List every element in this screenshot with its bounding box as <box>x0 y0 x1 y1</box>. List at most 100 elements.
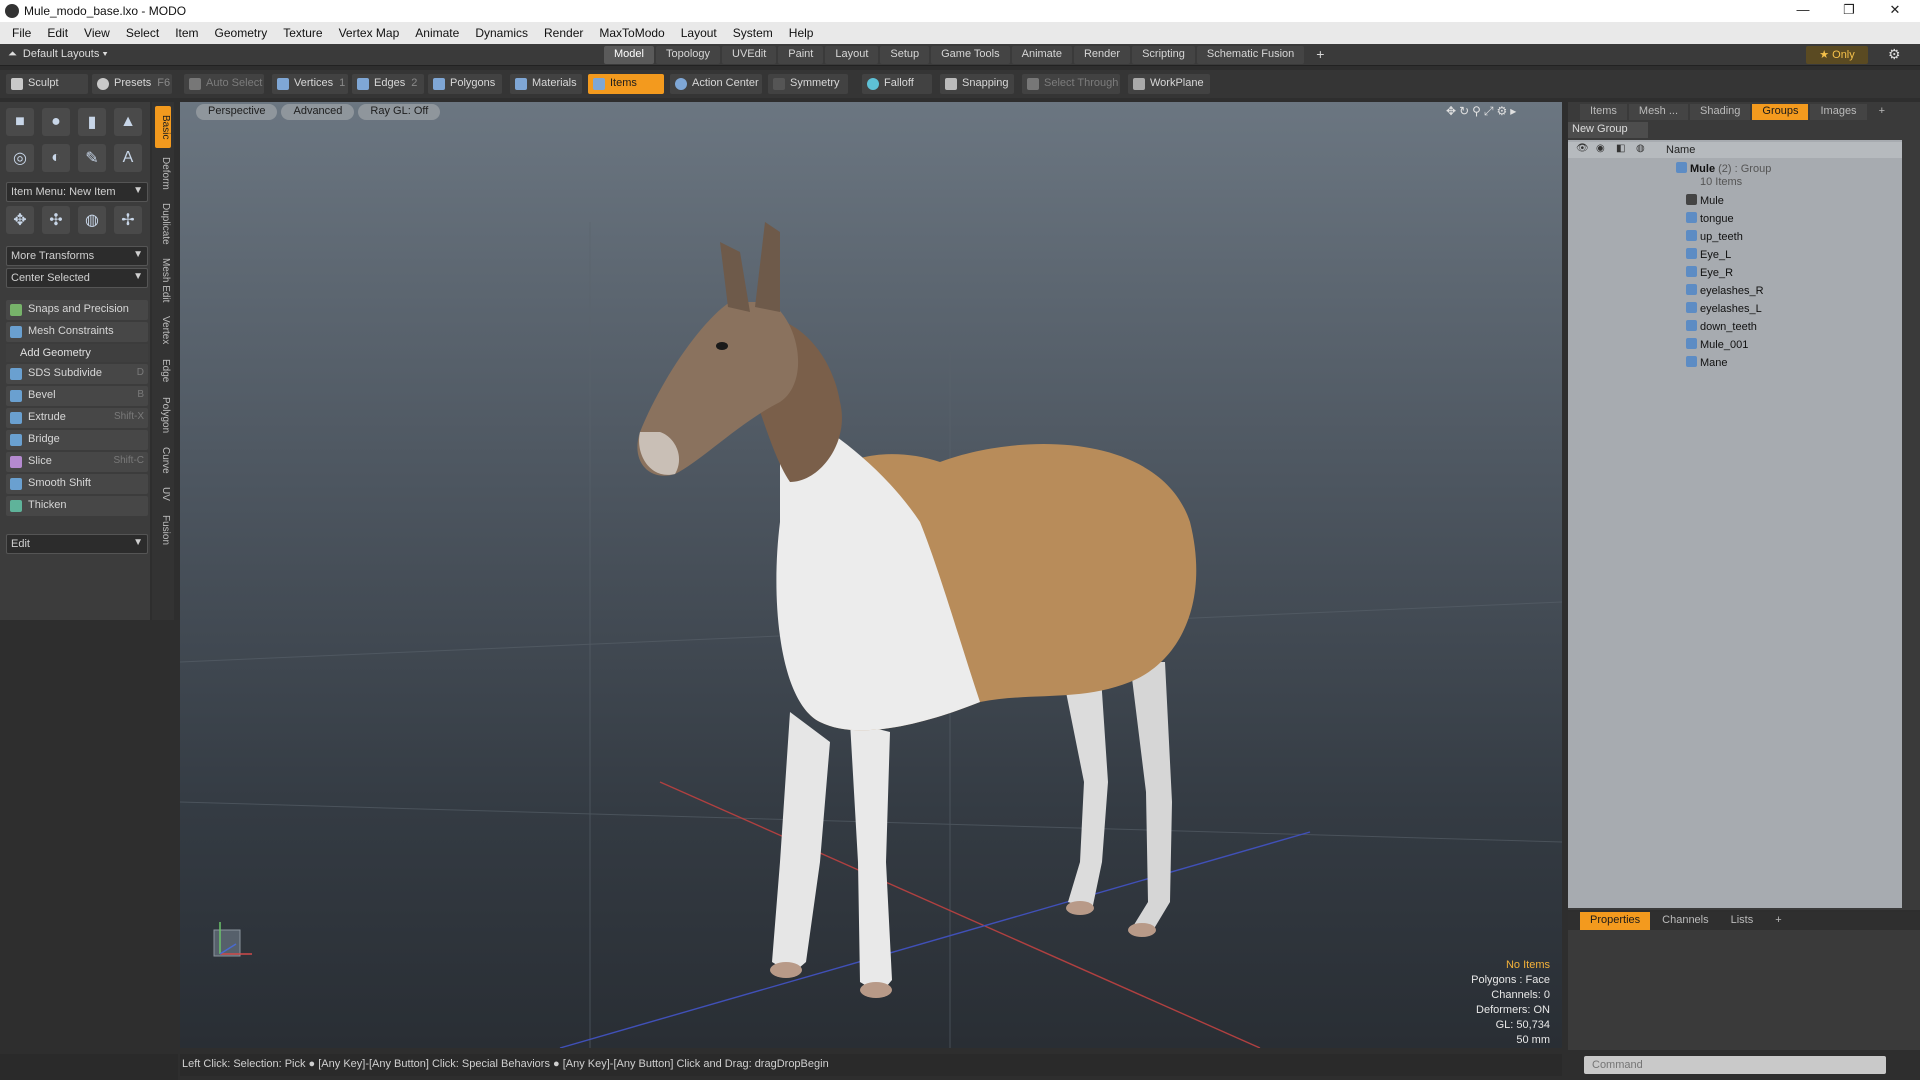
scale-icon[interactable]: ◍ <box>78 206 106 234</box>
vtab-fusion[interactable]: Fusion <box>155 510 171 550</box>
visibility-column-icon[interactable]: 👁 <box>1576 143 1589 154</box>
only-button[interactable]: ★ Only <box>1806 46 1868 64</box>
bridge-button[interactable]: Bridge <box>6 430 148 450</box>
mesh-constraints-button[interactable]: Mesh Constraints <box>6 322 148 342</box>
falloff-button[interactable]: Falloff <box>862 74 932 94</box>
cone-icon[interactable]: ▲ <box>114 108 142 136</box>
add-properties-tab-button[interactable]: + <box>1765 912 1791 930</box>
vtab-curve[interactable]: Curve <box>155 442 171 478</box>
workplane-button[interactable]: WorkPlane <box>1128 74 1210 94</box>
restore-button[interactable]: ❐ <box>1826 2 1872 20</box>
name-column-header[interactable]: Name <box>1666 144 1695 156</box>
layout-dropdown[interactable]: ⏶ Default Layouts ▾ <box>8 48 108 61</box>
command-input[interactable] <box>1584 1056 1886 1074</box>
snaps-precision-button[interactable]: Snaps and Precision <box>6 300 148 320</box>
render-column-icon[interactable]: ◉ <box>1596 143 1605 154</box>
tab-scripting[interactable]: Scripting <box>1132 46 1195 64</box>
tab-layout[interactable]: Layout <box>825 46 879 64</box>
fit-icon[interactable]: ⤢ <box>1484 104 1497 118</box>
vtab-uv[interactable]: UV <box>155 482 171 506</box>
text-icon[interactable]: A <box>114 144 142 172</box>
select-through-button[interactable]: Select Through <box>1022 74 1120 94</box>
cube-icon[interactable]: ■ <box>6 108 34 136</box>
new-group-button[interactable]: New Group <box>1568 122 1648 138</box>
cylinder-icon[interactable]: ▮ <box>78 108 106 136</box>
add-panel-tab-button[interactable]: + <box>1869 104 1895 120</box>
symmetry-button[interactable]: Symmetry <box>768 74 848 94</box>
edit-dropdown[interactable]: Edit ▼ <box>6 534 148 554</box>
tab-properties[interactable]: Properties <box>1580 912 1651 930</box>
menu-view[interactable]: View <box>76 26 118 40</box>
menu-vertex-map[interactable]: Vertex Map <box>331 26 408 40</box>
menu-edit[interactable]: Edit <box>39 26 76 40</box>
advanced-tab[interactable]: Advanced <box>281 104 355 120</box>
menu-dynamics[interactable]: Dynamics <box>467 26 536 40</box>
tab-images[interactable]: Images <box>1810 104 1867 120</box>
menu-help[interactable]: Help <box>781 26 822 40</box>
tab-uvedit[interactable]: UVEdit <box>722 46 777 64</box>
menu-file[interactable]: File <box>4 26 39 40</box>
tab-game-tools[interactable]: Game Tools <box>931 46 1010 64</box>
tab-schematic-fusion[interactable]: Schematic Fusion <box>1196 46 1305 64</box>
action-center-button[interactable]: Action Center <box>670 74 762 94</box>
list-item[interactable]: Mule_001 <box>1686 336 1748 354</box>
item-menu-dropdown[interactable]: Item Menu: New Item ▼ <box>6 182 148 202</box>
list-item[interactable]: Mane <box>1686 354 1728 372</box>
tab-groups[interactable]: Groups <box>1752 104 1809 120</box>
pan-icon[interactable]: ✥ <box>1446 104 1459 118</box>
vtab-duplicate[interactable]: Duplicate <box>155 198 171 250</box>
tab-items[interactable]: Items <box>1580 104 1627 120</box>
snapping-button[interactable]: Snapping <box>940 74 1014 94</box>
move-icon[interactable]: ✥ <box>6 206 34 234</box>
lock-column-icon[interactable]: ◧ <box>1616 143 1625 154</box>
menu-layout[interactable]: Layout <box>673 26 725 40</box>
select-column-icon[interactable]: ◍ <box>1636 143 1645 154</box>
list-item[interactable]: eyelashes_L <box>1686 300 1762 318</box>
menu-maxtomodo[interactable]: MaxToModo <box>591 26 672 40</box>
vtab-vertex[interactable]: Vertex <box>155 310 171 350</box>
tab-channels[interactable]: Channels <box>1652 912 1718 930</box>
perspective-tab[interactable]: Perspective <box>196 104 278 120</box>
expand-icon[interactable]: ▸ <box>1510 104 1519 118</box>
smooth-shift-button[interactable]: Smooth Shift <box>6 474 148 494</box>
extrude-button[interactable]: Extrude Shift-X <box>6 408 148 428</box>
viewport-gear-icon[interactable]: ⚙ <box>1497 104 1511 118</box>
add-tab-button[interactable]: + <box>1306 46 1334 64</box>
menu-texture[interactable]: Texture <box>275 26 330 40</box>
tab-mesh[interactable]: Mesh ... <box>1628 104 1689 120</box>
menu-system[interactable]: System <box>725 26 781 40</box>
vtab-polygon[interactable]: Polygon <box>155 392 171 438</box>
vtab-mesh-edit[interactable]: Mesh Edit <box>155 254 171 306</box>
minimize-button[interactable]: — <box>1780 2 1826 20</box>
tab-topology[interactable]: Topology <box>655 46 721 64</box>
sculpt-button[interactable]: Sculpt <box>6 74 88 94</box>
add-geometry-header[interactable]: Add Geometry <box>6 344 148 362</box>
tab-animate[interactable]: Animate <box>1011 46 1072 64</box>
list-item[interactable]: up_teeth <box>1686 228 1743 246</box>
polygons-button[interactable]: Polygons <box>428 74 502 94</box>
capsule-icon[interactable]: ◐ <box>42 144 70 172</box>
list-item[interactable]: Eye_L <box>1686 246 1731 264</box>
tab-paint[interactable]: Paint <box>778 46 824 64</box>
center-selected-dropdown[interactable]: Center Selected ▼ <box>6 268 148 288</box>
pen-icon[interactable]: ✎ <box>78 144 106 172</box>
auto-select-button[interactable]: Auto Select <box>184 74 264 94</box>
sds-subdivide-button[interactable]: SDS Subdivide D <box>6 364 148 384</box>
menu-animate[interactable]: Animate <box>407 26 467 40</box>
presets-button[interactable]: Presets F6 <box>92 74 172 94</box>
vertices-button[interactable]: Vertices 1 <box>272 74 348 94</box>
3d-viewport[interactable] <box>180 102 1562 1048</box>
vtab-edge[interactable]: Edge <box>155 354 171 388</box>
transform-icon[interactable]: ✢ <box>114 206 142 234</box>
rotate-icon[interactable]: ✣ <box>42 206 70 234</box>
orbit-icon[interactable]: ↻ <box>1459 104 1472 118</box>
tab-lists[interactable]: Lists <box>1721 912 1764 930</box>
list-item[interactable]: Mule <box>1686 192 1724 210</box>
slice-button[interactable]: Slice Shift-C <box>6 452 148 472</box>
tab-shading[interactable]: Shading <box>1690 104 1751 120</box>
list-item[interactable]: tongue <box>1686 210 1734 228</box>
bevel-button[interactable]: Bevel B <box>6 386 148 406</box>
vtab-deform[interactable]: Deform <box>155 152 171 194</box>
tab-model[interactable]: Model <box>604 46 654 64</box>
edges-button[interactable]: Edges 2 <box>352 74 424 94</box>
